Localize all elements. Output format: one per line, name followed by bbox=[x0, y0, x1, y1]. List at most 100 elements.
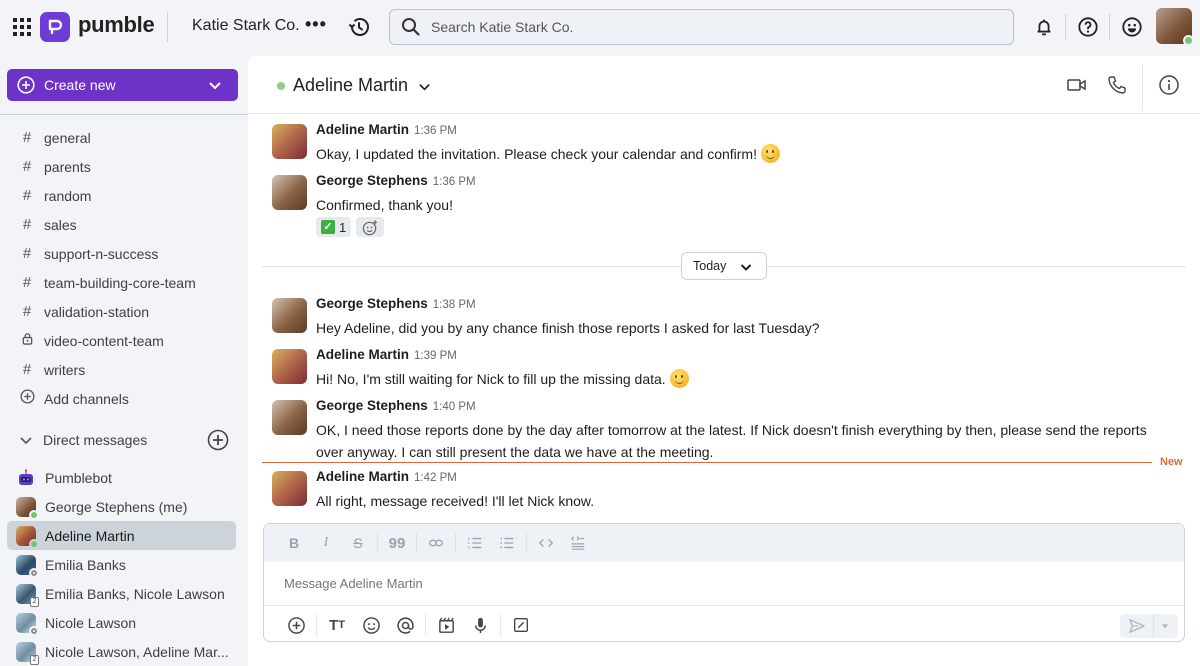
app-grid-icon[interactable] bbox=[13, 18, 31, 36]
chevron-down-icon[interactable] bbox=[418, 80, 431, 93]
offline-status-icon bbox=[29, 567, 39, 578]
sidebar-item-writers[interactable]: # writers bbox=[0, 355, 248, 384]
author-name[interactable]: George Stephens bbox=[316, 173, 428, 188]
hash-icon: # bbox=[22, 187, 32, 204]
message-input[interactable] bbox=[284, 576, 1164, 591]
avatar[interactable] bbox=[272, 298, 307, 333]
avatar[interactable] bbox=[272, 349, 307, 384]
sidebar-item-video-content-team[interactable]: video-content-team bbox=[0, 326, 248, 355]
dm-item-nicole-lawson[interactable]: Nicole Lawson bbox=[7, 608, 236, 637]
status-emoji-button[interactable] bbox=[1119, 14, 1145, 40]
channel-list: # general # parents # random # sales # suppor… bbox=[0, 123, 248, 413]
notifications-button[interactable] bbox=[1031, 14, 1057, 40]
dm-item-george-stephens[interactable]: George Stephens (me) bbox=[7, 492, 236, 521]
link-icon[interactable] bbox=[425, 532, 447, 554]
add-dm-icon[interactable] bbox=[207, 429, 229, 451]
date-divider-button[interactable]: Today bbox=[681, 252, 767, 280]
divider bbox=[526, 533, 527, 553]
add-reaction-button[interactable] bbox=[356, 217, 385, 237]
sidebar-item-validation-station[interactable]: # validation-station bbox=[0, 297, 248, 326]
search-box[interactable] bbox=[389, 9, 1014, 45]
workspace-menu-icon[interactable]: ••• bbox=[305, 14, 327, 35]
dm-item-adeline-martin[interactable]: Adeline Martin bbox=[7, 521, 236, 550]
sidebar-item-sales[interactable]: # sales bbox=[0, 210, 248, 239]
sidebar-item-support-n-success[interactable]: # support-n-success bbox=[0, 239, 248, 268]
dm-label: Nicole Lawson bbox=[45, 614, 137, 631]
help-button[interactable] bbox=[1075, 14, 1101, 40]
formatting-toolbar: B I S 99 bbox=[264, 524, 1184, 562]
bold-icon[interactable]: B bbox=[283, 532, 305, 554]
avatar bbox=[16, 525, 39, 549]
text-format-icon[interactable]: TT bbox=[325, 613, 349, 637]
numbered-list-icon[interactable] bbox=[464, 532, 486, 554]
avatar[interactable] bbox=[272, 471, 307, 506]
author-name[interactable]: George Stephens bbox=[316, 296, 428, 311]
bullet-list-icon[interactable] bbox=[496, 532, 518, 554]
history-icon[interactable] bbox=[347, 15, 371, 39]
workspace-name[interactable]: Katie Stark Co. bbox=[192, 17, 300, 35]
pumble-logo-icon bbox=[40, 12, 70, 42]
sidebar-item-parents[interactable]: # parents bbox=[0, 152, 248, 181]
search-input[interactable] bbox=[431, 19, 991, 35]
chevron-down-icon[interactable] bbox=[19, 433, 33, 447]
timestamp: 1:42 PM bbox=[414, 472, 457, 484]
reaction-count: 1 bbox=[339, 219, 347, 235]
channel-label: parents bbox=[44, 158, 91, 175]
attach-icon[interactable] bbox=[284, 613, 308, 637]
dm-label: Emilia Banks bbox=[45, 556, 126, 573]
avatar[interactable] bbox=[272, 124, 307, 159]
plus-circle-icon bbox=[17, 76, 35, 94]
video-clip-icon[interactable] bbox=[434, 613, 458, 637]
mention-icon[interactable] bbox=[393, 613, 417, 637]
channel-label: team-building-core-team bbox=[44, 274, 196, 291]
author-name[interactable]: Adeline Martin bbox=[316, 469, 409, 484]
dm-item-emilia-banks-nicole-lawson[interactable]: 2 Emilia Banks, Nicole Lawson bbox=[7, 579, 236, 608]
user-avatar[interactable] bbox=[1156, 8, 1194, 46]
reaction-check[interactable]: ✓ 1 bbox=[316, 217, 352, 237]
slash-command-icon[interactable] bbox=[509, 613, 533, 637]
video-call-icon[interactable] bbox=[1066, 74, 1088, 96]
timestamp: 1:40 PM bbox=[432, 401, 476, 413]
add-reaction-icon bbox=[362, 219, 377, 235]
avatar[interactable] bbox=[272, 400, 307, 435]
message-body: Hey Adeline, did you by any chance finis… bbox=[316, 317, 1166, 339]
author-name[interactable]: George Stephens bbox=[316, 398, 428, 413]
send-options-button[interactable] bbox=[1154, 614, 1176, 638]
italic-icon[interactable]: I bbox=[315, 532, 337, 554]
lock-icon bbox=[17, 332, 37, 349]
dm-list: Pumblebot George Stephens (me) Adeline M… bbox=[0, 463, 248, 666]
dm-item-emilia-banks[interactable]: Emilia Banks bbox=[7, 550, 236, 579]
code-block-icon[interactable] bbox=[567, 532, 589, 554]
direct-messages-header[interactable]: Direct messages bbox=[0, 427, 248, 453]
composer-actions: TT bbox=[264, 607, 1184, 641]
message-header: George Stephens 1:38 PM bbox=[316, 296, 476, 311]
sidebar-item-general[interactable]: # general bbox=[0, 123, 248, 152]
chat-title[interactable]: Adeline Martin bbox=[293, 75, 408, 96]
hash-icon: # bbox=[22, 274, 32, 291]
quote-icon[interactable]: 99 bbox=[386, 532, 408, 554]
dm-item-nicole-lawson-adeline-martin[interactable]: 2 Nicole Lawson, Adeline Mar... bbox=[7, 637, 236, 666]
code-icon[interactable] bbox=[535, 532, 557, 554]
add-channels-label: Add channels bbox=[44, 390, 129, 407]
check-mark-icon: ✓ bbox=[321, 220, 335, 234]
add-channels-button[interactable]: Add channels bbox=[0, 384, 248, 413]
sidebar-item-random[interactable]: # random bbox=[0, 181, 248, 210]
send-button[interactable] bbox=[1120, 614, 1154, 638]
phone-call-icon[interactable] bbox=[1106, 74, 1128, 96]
dm-item-pumblebot[interactable]: Pumblebot bbox=[7, 463, 236, 492]
create-new-button[interactable]: Create new bbox=[7, 69, 238, 101]
author-name[interactable]: Adeline Martin bbox=[316, 347, 409, 362]
sidebar-item-team-building-core-team[interactable]: # team-building-core-team bbox=[0, 268, 248, 297]
emoji-icon[interactable] bbox=[359, 613, 383, 637]
microphone-icon[interactable] bbox=[468, 613, 492, 637]
avatar bbox=[16, 554, 39, 578]
new-messages-label: New bbox=[1160, 456, 1183, 468]
message-input-area[interactable] bbox=[264, 562, 1184, 606]
author-name[interactable]: Adeline Martin bbox=[316, 122, 409, 137]
channel-label: validation-station bbox=[44, 303, 150, 320]
send-button-group bbox=[1120, 614, 1178, 638]
avatar[interactable] bbox=[272, 175, 307, 210]
strikethrough-icon[interactable]: S bbox=[347, 532, 369, 554]
info-icon[interactable] bbox=[1158, 74, 1180, 96]
divider bbox=[1109, 14, 1110, 40]
